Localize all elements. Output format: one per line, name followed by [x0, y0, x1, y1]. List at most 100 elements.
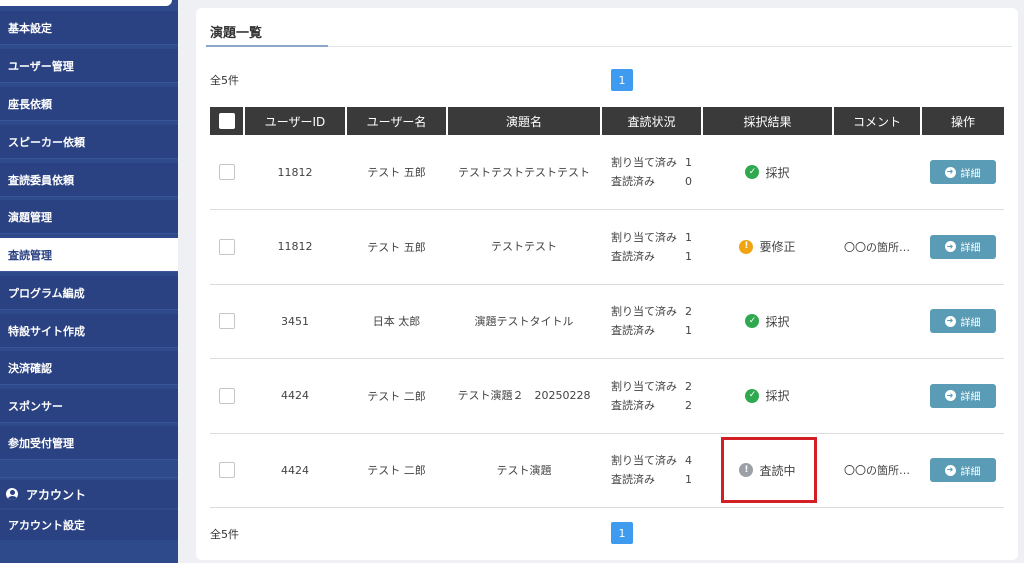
header-title[interactable]: 演題名: [447, 107, 602, 135]
cell-review-status: 割り当て済み 1 査読済み 1: [601, 209, 702, 285]
sidebar-divider: [0, 460, 178, 478]
cell-action: ➜ 詳細: [921, 209, 1004, 285]
reviewed-label: 査読済み: [611, 175, 655, 188]
row-checkbox[interactable]: [219, 164, 235, 180]
row-select-cell: [210, 284, 244, 359]
review-assigned: 割り当て済み 1: [611, 230, 702, 245]
abstract-list-card: 演題一覧 全5件 1 ユーザーID ユーザー名 演題名 査読状況 採択結果 コメ…: [196, 8, 1018, 560]
row-checkbox[interactable]: [219, 238, 235, 255]
cell-title: テスト演題: [447, 433, 601, 508]
sidebar-item-account-settings[interactable]: アカウント設定: [0, 510, 178, 540]
cell-action: ➜ 詳細: [921, 135, 1004, 210]
detail-button[interactable]: ➜ 詳細: [929, 309, 996, 334]
sidebar-item-registration[interactable]: 参加受付管理: [0, 426, 178, 460]
detail-button[interactable]: ➜ 詳細: [929, 234, 996, 259]
sidebar-item-program-editing[interactable]: プログラム編成: [0, 276, 178, 310]
arrow-right-circle-icon: ➜: [944, 390, 956, 402]
cell-result: ✓ 採択: [702, 284, 833, 359]
user-circle-icon: [6, 488, 18, 500]
sidebar-top-card: [0, 0, 172, 6]
cell-review-status: 割り当て済み 2 査読済み 2: [601, 358, 702, 434]
sidebar-item-user-management[interactable]: ユーザー管理: [0, 49, 178, 83]
sidebar-item-basic-settings[interactable]: 基本設定: [0, 11, 178, 45]
sidebar-item-speaker-request[interactable]: スピーカー依頼: [0, 125, 178, 159]
sidebar-item-sponsor[interactable]: スポンサー: [0, 389, 178, 423]
cell-comment: 〇〇の箇所…: [833, 433, 921, 508]
pagination-page-1-bottom[interactable]: 1: [611, 522, 633, 544]
sidebar-item-reviewer-request[interactable]: 査読委員依頼: [0, 163, 178, 197]
row-select-cell: [210, 358, 244, 434]
result-badge: ✓ 採択: [745, 387, 790, 404]
sidebar-item-chair-request[interactable]: 座長依頼: [0, 87, 178, 121]
total-count-bottom: 全5件: [210, 528, 239, 541]
reviewed-count: 2: [685, 398, 692, 412]
detail-label: 詳細: [960, 168, 981, 180]
assigned-label: 割り当て済み: [611, 305, 677, 319]
sidebar-item-label: 基本設定: [8, 21, 52, 35]
row-checkbox[interactable]: [219, 313, 235, 330]
sidebar-item-label: プログラム編成: [8, 286, 85, 300]
row-select-cell: [210, 135, 244, 210]
header-user-id[interactable]: ユーザーID: [244, 107, 347, 135]
cell-user-name: テスト 五郎: [346, 209, 447, 285]
cell-user-name: テスト 二郎: [346, 358, 447, 434]
row-checkbox[interactable]: [219, 387, 235, 404]
cell-action: ➜ 詳細: [921, 358, 1004, 434]
account-header: アカウント: [0, 480, 178, 508]
cell-title: テストテストテストテスト: [447, 135, 601, 210]
sidebar-item-label: スポンサー: [8, 399, 63, 413]
review-assigned: 割り当て済み 2: [611, 379, 702, 394]
sidebar-item-payment-check[interactable]: 決済確認: [0, 351, 178, 385]
arrow-right-circle-icon: ➜: [944, 241, 956, 253]
sidebar-item-review-management[interactable]: 査読管理: [0, 238, 178, 272]
detail-label: 詳細: [960, 392, 981, 404]
info-circle-icon: !: [739, 463, 754, 478]
sidebar-item-label: 査読委員依頼: [8, 173, 74, 187]
review-reviewed: 査読済み 1: [611, 323, 702, 338]
check-circle-icon: ✓: [745, 165, 760, 179]
detail-label: 詳細: [960, 243, 981, 255]
cell-result: ✓ 採択: [702, 358, 833, 434]
detail-label: 詳細: [960, 317, 981, 329]
sidebar-item-label: スピーカー依頼: [8, 135, 85, 149]
cell-review-status: 割り当て済み 4 査読済み 1: [601, 433, 702, 508]
detail-button[interactable]: ➜ 詳細: [929, 458, 996, 483]
cell-action: ➜ 詳細: [921, 433, 1004, 508]
cell-title: テストテスト: [447, 209, 601, 285]
sidebar-item-abstract-management[interactable]: 演題管理: [0, 200, 178, 234]
select-all-checkbox[interactable]: [218, 113, 235, 129]
pagination-page-1-top[interactable]: 1: [611, 69, 633, 91]
header-result[interactable]: 採択結果: [702, 107, 834, 135]
detail-label: 詳細: [960, 466, 981, 478]
arrow-right-circle-icon: ➜: [944, 315, 956, 327]
detail-button[interactable]: ➜ 詳細: [929, 160, 996, 184]
assigned-count: 1: [685, 156, 692, 169]
header-review-status[interactable]: 査読状況: [601, 107, 703, 135]
cell-comment: [833, 284, 921, 359]
reviewed-label: 査読済み: [611, 473, 655, 487]
sidebar-item-special-site[interactable]: 特設サイト作成: [0, 314, 178, 348]
review-assigned: 割り当て済み 1: [611, 155, 702, 170]
account-header-label: アカウント: [26, 487, 87, 502]
sidebar-item-label: 参加受付管理: [8, 436, 74, 450]
header-user-name[interactable]: ユーザー名: [346, 107, 448, 135]
cell-comment: [833, 358, 921, 434]
cell-result: ! 要修正: [702, 209, 833, 285]
table-row: 3451 日本 太郎 演題テストタイトル 割り当て済み 2 査読済み 1 ✓ 採択 ➜…: [210, 284, 1004, 359]
detail-button[interactable]: ➜ 詳細: [929, 383, 996, 408]
table-row: 4424 テスト 二郎 テスト演題２ 20250228 割り当て済み 2 査読済み…: [210, 358, 1004, 434]
sidebar-item-label: アカウント設定: [8, 519, 85, 532]
arrow-right-circle-icon: ➜: [944, 464, 956, 476]
sidebar-item-label: 特設サイト作成: [8, 324, 85, 338]
exclamation-circle-icon: !: [739, 239, 754, 254]
row-checkbox[interactable]: [219, 462, 235, 479]
cell-comment: [833, 135, 921, 210]
table-row: 11812 テスト 五郎 テストテストテストテスト 割り当て済み 1 査読済み 0 …: [210, 135, 1004, 210]
result-label: 採択: [765, 314, 790, 329]
sidebar-item-label: 査読管理: [8, 248, 52, 262]
header-comment: コメント: [833, 107, 922, 135]
cell-result: ! 査読中: [702, 433, 833, 508]
sidebar-item-label: 演題管理: [8, 210, 52, 224]
reviewed-label: 査読済み: [611, 398, 655, 412]
cell-result: ✓ 採択: [702, 135, 833, 210]
